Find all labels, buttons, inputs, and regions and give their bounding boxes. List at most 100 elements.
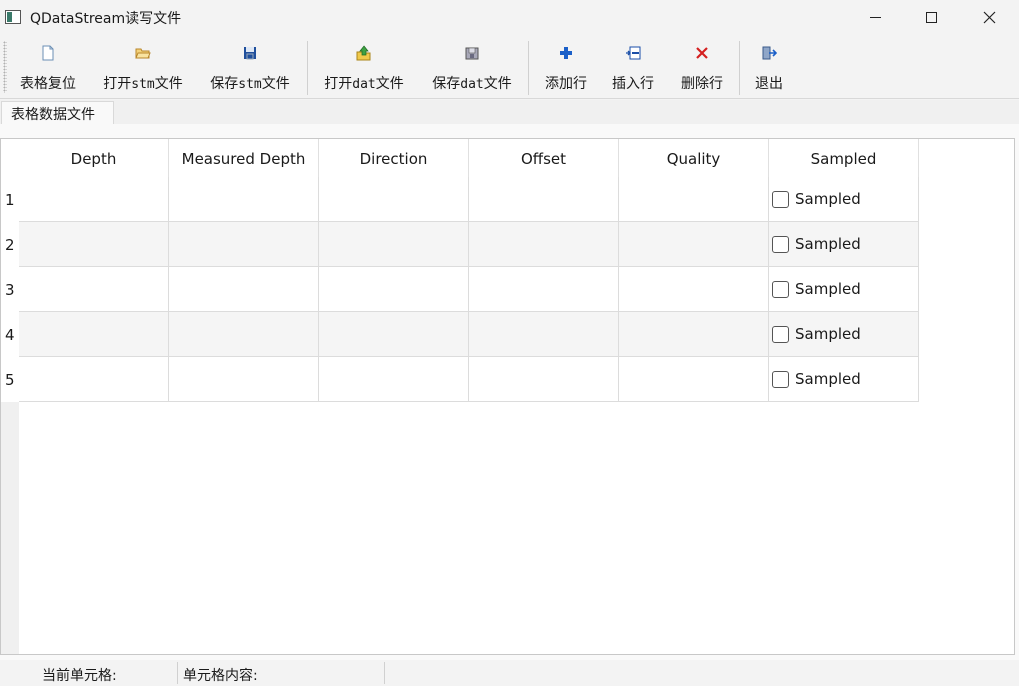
cell-depth[interactable] bbox=[19, 357, 169, 402]
tab-table-data-file[interactable]: 表格数据文件 bbox=[1, 101, 114, 125]
open-dat-label: 打开dat文件 bbox=[324, 76, 404, 92]
cell-sampled[interactable]: Sampled bbox=[769, 357, 919, 402]
new-document-icon bbox=[38, 40, 58, 66]
status-separator bbox=[177, 662, 178, 684]
row-header[interactable]: 5 bbox=[1, 357, 19, 402]
status-current-cell: 当前单元格: bbox=[42, 668, 117, 684]
cell-sampled[interactable]: Sampled bbox=[769, 222, 919, 267]
cell-measured-depth[interactable] bbox=[169, 177, 319, 222]
save-dat-button[interactable]: 保存dat文件 bbox=[426, 37, 518, 95]
save-stm-label: 保存stm文件 bbox=[210, 76, 290, 92]
row-header[interactable]: 1 bbox=[1, 177, 19, 222]
tab-strip: 表格数据文件 bbox=[0, 100, 1019, 125]
column-header-measured-depth[interactable]: Measured Depth bbox=[169, 139, 319, 177]
sampled-checkbox-label: Sampled bbox=[795, 280, 861, 298]
reset-table-label: 表格复位 bbox=[20, 76, 76, 92]
row-header[interactable]: 3 bbox=[1, 267, 19, 312]
status-cell-content: 单元格内容: bbox=[183, 668, 258, 684]
insert-row-label: 插入行 bbox=[612, 76, 654, 92]
exit-label: 退出 bbox=[755, 76, 783, 92]
delete-x-icon bbox=[692, 40, 712, 66]
status-bar: 当前单元格: 单元格内容: bbox=[0, 660, 1019, 686]
insert-row-icon bbox=[623, 40, 643, 66]
sampled-checkbox-label: Sampled bbox=[795, 190, 861, 208]
open-folder-icon bbox=[133, 40, 153, 66]
column-header-direction[interactable]: Direction bbox=[319, 139, 469, 177]
cell-depth[interactable] bbox=[19, 312, 169, 357]
window-title: QDataStream读写文件 bbox=[30, 11, 182, 27]
cell-offset[interactable] bbox=[469, 222, 619, 267]
cell-sampled[interactable]: Sampled bbox=[769, 312, 919, 357]
horizontal-header: Depth Measured Depth Direction Offset Qu… bbox=[19, 139, 919, 177]
plus-icon bbox=[556, 40, 576, 66]
open-stm-button[interactable]: 打开stm文件 bbox=[98, 37, 188, 95]
minimize-icon bbox=[869, 16, 881, 18]
close-icon bbox=[983, 11, 995, 23]
cell-quality[interactable] bbox=[619, 222, 769, 267]
cell-measured-depth[interactable] bbox=[169, 267, 319, 312]
toolbar-grip[interactable] bbox=[3, 41, 7, 93]
cell-depth[interactable] bbox=[19, 222, 169, 267]
cell-measured-depth[interactable] bbox=[169, 312, 319, 357]
cell-offset[interactable] bbox=[469, 312, 619, 357]
cell-sampled[interactable]: Sampled bbox=[769, 177, 919, 222]
cell-direction[interactable] bbox=[319, 177, 469, 222]
table-corner-button[interactable] bbox=[1, 139, 19, 177]
cell-quality[interactable] bbox=[619, 177, 769, 222]
cell-depth[interactable] bbox=[19, 177, 169, 222]
save-archive-icon bbox=[462, 40, 482, 66]
cell-depth[interactable] bbox=[19, 267, 169, 312]
cell-quality[interactable] bbox=[619, 312, 769, 357]
add-row-label: 添加行 bbox=[545, 76, 587, 92]
delete-row-button[interactable]: 删除行 bbox=[676, 37, 728, 95]
cell-measured-depth[interactable] bbox=[169, 222, 319, 267]
open-upload-icon bbox=[354, 40, 374, 66]
sampled-checkbox-label: Sampled bbox=[795, 235, 861, 253]
save-stm-button[interactable]: 保存stm文件 bbox=[205, 37, 295, 95]
column-header-depth[interactable]: Depth bbox=[19, 139, 169, 177]
app-icon bbox=[5, 10, 21, 24]
exit-button[interactable]: 退出 bbox=[749, 37, 789, 95]
title-bar: QDataStream读写文件 bbox=[0, 0, 1019, 34]
open-stm-label: 打开stm文件 bbox=[103, 76, 183, 92]
status-separator bbox=[384, 662, 385, 684]
table-row: 4 Sampled bbox=[1, 312, 919, 357]
open-dat-button[interactable]: 打开dat文件 bbox=[318, 37, 410, 95]
add-row-button[interactable]: 添加行 bbox=[540, 37, 592, 95]
table-row: 1 Sampled bbox=[1, 177, 919, 222]
cell-direction[interactable] bbox=[319, 312, 469, 357]
cell-direction[interactable] bbox=[319, 222, 469, 267]
cell-direction[interactable] bbox=[319, 267, 469, 312]
reset-table-button[interactable]: 表格复位 bbox=[13, 37, 83, 95]
sampled-checkbox[interactable] bbox=[772, 370, 789, 388]
toolbar-separator bbox=[307, 41, 308, 95]
toolbar: 表格复位 打开stm文件 保存stm文件 打开dat文件 保存dat文件 添加行 bbox=[0, 35, 1019, 99]
cell-quality[interactable] bbox=[619, 357, 769, 402]
table-row: 3 Sampled bbox=[1, 267, 919, 312]
maximize-button[interactable] bbox=[902, 0, 960, 34]
insert-row-button[interactable]: 插入行 bbox=[607, 37, 659, 95]
column-header-sampled[interactable]: Sampled bbox=[769, 139, 919, 177]
column-header-quality[interactable]: Quality bbox=[619, 139, 769, 177]
data-table[interactable]: Depth Measured Depth Direction Offset Qu… bbox=[0, 138, 1015, 655]
column-header-offset[interactable]: Offset bbox=[469, 139, 619, 177]
cell-measured-depth[interactable] bbox=[169, 357, 319, 402]
sampled-checkbox[interactable] bbox=[772, 280, 789, 298]
cell-offset[interactable] bbox=[469, 267, 619, 312]
delete-row-label: 删除行 bbox=[681, 76, 723, 92]
cell-offset[interactable] bbox=[469, 177, 619, 222]
cell-offset[interactable] bbox=[469, 357, 619, 402]
cell-sampled[interactable]: Sampled bbox=[769, 267, 919, 312]
table-body: 1 Sampled 2 Sampled 3 Sampled 4 Sampled … bbox=[1, 177, 919, 402]
sampled-checkbox[interactable] bbox=[772, 190, 789, 208]
sampled-checkbox[interactable] bbox=[772, 325, 789, 343]
cell-quality[interactable] bbox=[619, 267, 769, 312]
save-disk-icon bbox=[240, 40, 260, 66]
close-button[interactable] bbox=[960, 0, 1018, 34]
sampled-checkbox[interactable] bbox=[772, 235, 789, 253]
minimize-button[interactable] bbox=[846, 0, 904, 34]
row-header[interactable]: 4 bbox=[1, 312, 19, 357]
row-header[interactable]: 2 bbox=[1, 222, 19, 267]
cell-direction[interactable] bbox=[319, 357, 469, 402]
toolbar-separator bbox=[739, 41, 740, 95]
